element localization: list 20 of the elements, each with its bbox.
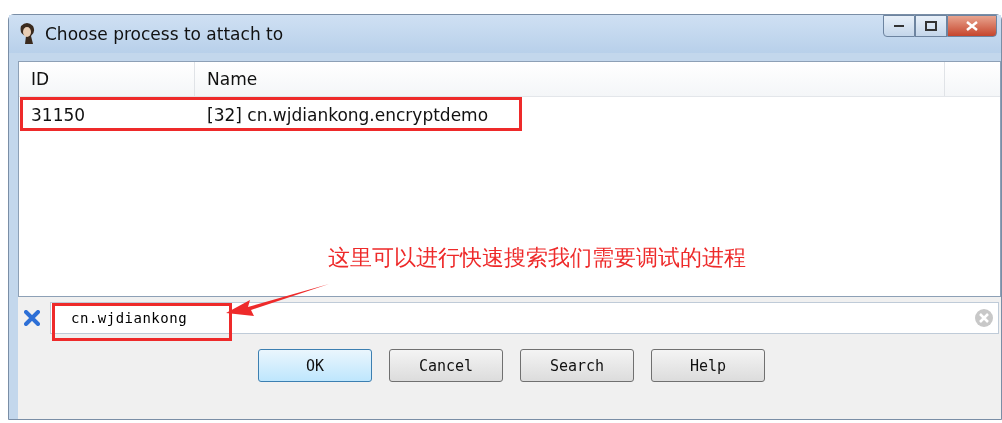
minimize-button[interactable] <box>883 15 915 37</box>
dialog-button[interactable]: Help <box>651 349 765 382</box>
window-title: Choose process to attach to <box>45 24 284 44</box>
column-header[interactable]: ID <box>19 62 195 96</box>
maximize-icon <box>925 21 937 31</box>
table-cell-text: 31150 <box>30 105 87 125</box>
minimize-icon <box>894 24 904 28</box>
dialog-button[interactable]: Cancel <box>389 349 503 382</box>
process-row[interactable]: 31150 [32] cn.wjdiankong.encryptdemo <box>19 97 1000 133</box>
filter-value: cn.wjdiankong <box>71 310 188 326</box>
maximize-button[interactable] <box>915 15 947 37</box>
close-icon <box>966 21 978 31</box>
close-button[interactable] <box>947 15 997 37</box>
annotation-text: 这里可以进行快速搜索我们需要调试的进程 <box>328 244 746 272</box>
column-header[interactable]: Name <box>195 62 945 96</box>
dialog-button[interactable]: Search <box>520 349 634 382</box>
filter-field[interactable]: cn.wjdiankong <box>50 302 999 334</box>
dialog-button[interactable]: OK <box>258 349 372 382</box>
table-cell-text: [32] cn.wjdiankong.encryptdemo <box>206 105 490 125</box>
clear-filter-icon[interactable] <box>24 310 40 326</box>
